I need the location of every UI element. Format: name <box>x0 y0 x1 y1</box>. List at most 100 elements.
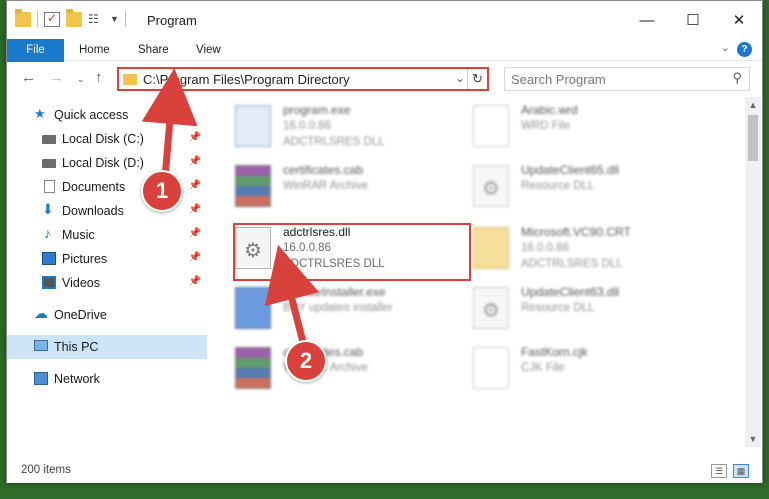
search-input[interactable] <box>511 69 721 89</box>
window-title: Program <box>147 13 197 28</box>
file-name: FastKorn.cjk <box>521 345 588 359</box>
new-folder-icon[interactable] <box>66 8 82 27</box>
recent-locations-chevron-icon[interactable]: ⌄ <box>77 74 85 85</box>
scroll-down-icon[interactable]: ▼ <box>745 431 761 447</box>
sidebar-item-network[interactable]: Network <box>7 367 207 391</box>
vertical-scrollbar[interactable]: ▲ ▼ <box>745 97 761 447</box>
scrollbar-thumb[interactable] <box>748 115 758 161</box>
document-file-icon <box>473 347 509 389</box>
file-detail: WRD File <box>521 120 571 132</box>
dll-file-icon: ⚙ <box>473 287 509 329</box>
minimize-button[interactable]: — <box>624 1 670 39</box>
sidebar-item-this-pc[interactable]: This PC <box>7 335 207 359</box>
up-arrow-icon[interactable]: ↑ <box>95 69 103 86</box>
documents-icon <box>44 180 55 193</box>
navigation-pane: ★ Quick access Local Disk (C:) 📌 Local D… <box>7 97 207 447</box>
sidebar-item-quick-access[interactable]: ★ Quick access <box>7 103 207 127</box>
scroll-up-icon[interactable]: ▲ <box>745 97 761 113</box>
file-detail: 16.0.0.86 <box>521 242 569 254</box>
sidebar-item-label: Quick access <box>54 108 129 122</box>
sidebar-item-videos[interactable]: Videos 📌 <box>7 271 207 295</box>
sidebar-item-music[interactable]: ♪ Music 📌 <box>7 223 207 247</box>
ribbon-tabs: File Home Share View ⌄ ? <box>7 39 762 95</box>
pc-icon <box>34 340 48 351</box>
refresh-icon[interactable]: ↻ <box>467 69 487 89</box>
search-box[interactable]: ⚲ <box>504 67 750 91</box>
pin-icon[interactable]: 📌 <box>189 252 201 263</box>
sidebar-item-label: Videos <box>62 276 100 290</box>
collapse-ribbon-chevron-icon[interactable]: ⌄ <box>721 41 730 54</box>
sidebar-item-label: Pictures <box>62 252 108 266</box>
address-dropdown-chevron-icon[interactable]: ⌄ <box>455 71 465 85</box>
close-button[interactable]: ✕ <box>716 1 762 39</box>
file-name: Microsoft.VC90.CRT <box>521 225 631 239</box>
file-detail: Resource DLL <box>521 302 595 314</box>
tab-home[interactable]: Home <box>79 39 110 61</box>
videos-icon <box>42 276 56 289</box>
forward-arrow-icon[interactable]: → <box>49 69 64 86</box>
file-item[interactable]: program.exe 16.0.0.86 ADCTRLSRES DLL <box>229 101 469 157</box>
folder-icon[interactable] <box>15 8 31 27</box>
music-icon: ♪ <box>44 225 51 241</box>
tab-view[interactable]: View <box>196 39 221 61</box>
dll-file-icon: ⚙ <box>473 165 509 207</box>
sidebar-item-onedrive[interactable]: ☁ OneDrive <box>7 303 207 327</box>
sidebar-item-local-disk-c[interactable]: Local Disk (C:) 📌 <box>7 127 207 151</box>
file-item[interactable]: ⚙ UpdateClient63.dll Resource DLL <box>467 283 707 339</box>
customize-toolbar-chevron-icon[interactable]: ▼ <box>110 14 119 24</box>
pin-icon[interactable]: 📌 <box>189 276 201 287</box>
file-item[interactable]: FastKorn.cjk CJK File <box>467 343 707 399</box>
drive-icon <box>42 135 56 144</box>
file-detail: WinRAR Archive <box>283 180 368 192</box>
address-bar[interactable]: C:\Program Files\Program Directory ⌄ ↻ <box>117 67 489 91</box>
pin-icon[interactable]: 📌 <box>189 156 201 167</box>
exe-file-icon <box>235 105 271 147</box>
sidebar-item-label: Network <box>54 372 100 386</box>
details-view-icon[interactable]: ☰ <box>711 464 727 478</box>
back-arrow-icon[interactable]: ← <box>21 69 36 86</box>
explorer-window: ☷ ▼ Program — ☐ ✕ File Home Share View ⌄… <box>6 0 763 483</box>
file-item[interactable]: certificates.cab WinRAR Archive <box>229 161 469 217</box>
search-icon[interactable]: ⚲ <box>732 70 742 86</box>
view-options-icon[interactable]: ☷ <box>88 12 104 27</box>
pin-icon[interactable]: 📌 <box>189 132 201 143</box>
title-bar: ☷ ▼ Program — ☐ ✕ <box>7 1 762 39</box>
quick-access-toolbar: ☷ ▼ <box>15 8 126 27</box>
winrar-archive-icon <box>235 347 271 389</box>
file-name: UpdateClient65.dll <box>521 163 620 177</box>
file-item[interactable]: certificates.cab WinRAR Archive <box>229 343 469 399</box>
sidebar-item-pictures[interactable]: Pictures 📌 <box>7 247 207 271</box>
tiles-view-icon[interactable]: ▦ <box>733 464 749 478</box>
sidebar-item-label: This PC <box>54 340 99 354</box>
help-icon[interactable]: ? <box>737 42 752 57</box>
step-badge-1: 1 <box>141 170 183 212</box>
document-file-icon <box>473 105 509 147</box>
pin-icon[interactable]: 📌 <box>189 228 201 239</box>
pin-icon[interactable]: 📌 <box>189 180 201 191</box>
downloads-icon: ⬇ <box>42 201 54 217</box>
address-path[interactable]: C:\Program Files\Program Directory <box>143 72 350 87</box>
sidebar-item-label: Documents <box>62 180 126 194</box>
tab-share[interactable]: Share <box>138 39 169 61</box>
file-item[interactable]: UpdateInstaller.exe BBY updates installe… <box>229 283 469 339</box>
file-detail: BBY updates installer <box>283 302 393 314</box>
file-name: UpdateInstaller.exe <box>283 285 386 299</box>
properties-icon[interactable] <box>44 11 60 27</box>
navigation-bar: ← → ⌄ ↑ C:\Program Files\Program Directo… <box>7 62 762 96</box>
file-item[interactable]: Arabic.wrd WRD File <box>467 101 707 157</box>
file-list: program.exe 16.0.0.86 ADCTRLSRES DLL Ara… <box>209 97 745 447</box>
file-name: Arabic.wrd <box>521 103 578 117</box>
toolbar-divider <box>124 11 126 27</box>
file-item[interactable]: ⚙ UpdateClient65.dll Resource DLL <box>467 161 707 217</box>
file-name: UpdateClient63.dll <box>521 285 620 299</box>
installer-icon <box>235 287 271 329</box>
sidebar-item-local-disk-d[interactable]: Local Disk (D:) 📌 <box>7 151 207 175</box>
maximize-button[interactable]: ☐ <box>670 1 716 39</box>
network-icon <box>34 372 48 385</box>
folder-icon <box>123 74 137 85</box>
onedrive-icon: ☁ <box>34 305 48 321</box>
drive-icon <box>42 159 56 168</box>
pin-icon[interactable]: 📌 <box>189 204 201 215</box>
sidebar-item-label: Local Disk (D:) <box>62 156 144 170</box>
file-item[interactable]: Microsoft.VC90.CRT 16.0.0.86 ADCTRLSRES … <box>467 223 707 279</box>
